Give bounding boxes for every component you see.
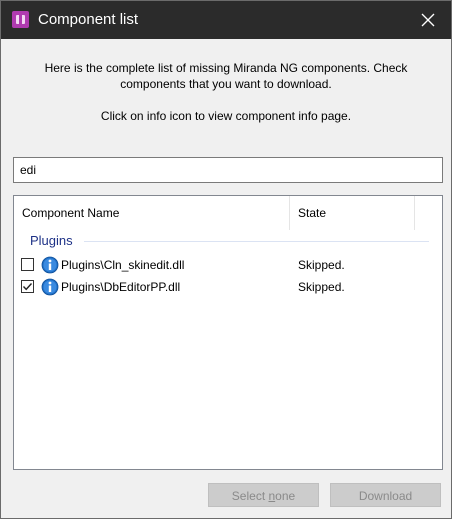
close-button[interactable] <box>405 1 451 39</box>
column-header-name[interactable]: Component Name <box>14 196 290 230</box>
column-header-state[interactable]: State <box>290 196 415 230</box>
info-icon[interactable] <box>41 278 59 296</box>
download-button[interactable]: Download <box>330 483 441 507</box>
group-divider <box>84 241 429 242</box>
title-bar[interactable]: Component list <box>1 1 451 39</box>
puzzle-icon <box>12 11 29 28</box>
component-list-dialog: Component list Here is the complete list… <box>0 0 452 519</box>
component-name: Plugins\DbEditorPP.dll <box>61 280 181 294</box>
list-header: Component Name State <box>14 196 442 230</box>
component-checkbox[interactable] <box>21 258 34 271</box>
group-header-plugins: Plugins <box>30 233 73 248</box>
select-none-label-suffix: one <box>275 489 296 503</box>
column-header-name-label: Component Name <box>22 206 120 220</box>
description-text: Here is the complete list of missing Mir… <box>44 61 408 91</box>
close-icon <box>421 13 435 27</box>
window-title: Component list <box>38 11 139 28</box>
select-none-button[interactable]: Select none <box>208 483 319 507</box>
search-input[interactable] <box>13 157 443 183</box>
component-checkbox[interactable] <box>21 280 34 293</box>
component-name: Plugins\Cln_skinedit.dll <box>61 258 185 272</box>
info-hint-text: Click on info icon to view component inf… <box>100 109 352 123</box>
component-state: Skipped. <box>298 258 345 272</box>
list-item[interactable]: Plugins\Cln_skinedit.dll Skipped. <box>14 255 442 277</box>
checkmark-icon <box>22 283 33 291</box>
list-item[interactable]: Plugins\DbEditorPP.dll Skipped. <box>14 277 442 299</box>
component-state: Skipped. <box>298 280 345 294</box>
info-icon[interactable] <box>41 256 59 274</box>
component-list[interactable]: Component Name State Plugins Plugins\Cln… <box>13 195 443 470</box>
select-none-label-prefix: Select <box>231 489 269 503</box>
column-header-state-label: State <box>298 206 327 220</box>
